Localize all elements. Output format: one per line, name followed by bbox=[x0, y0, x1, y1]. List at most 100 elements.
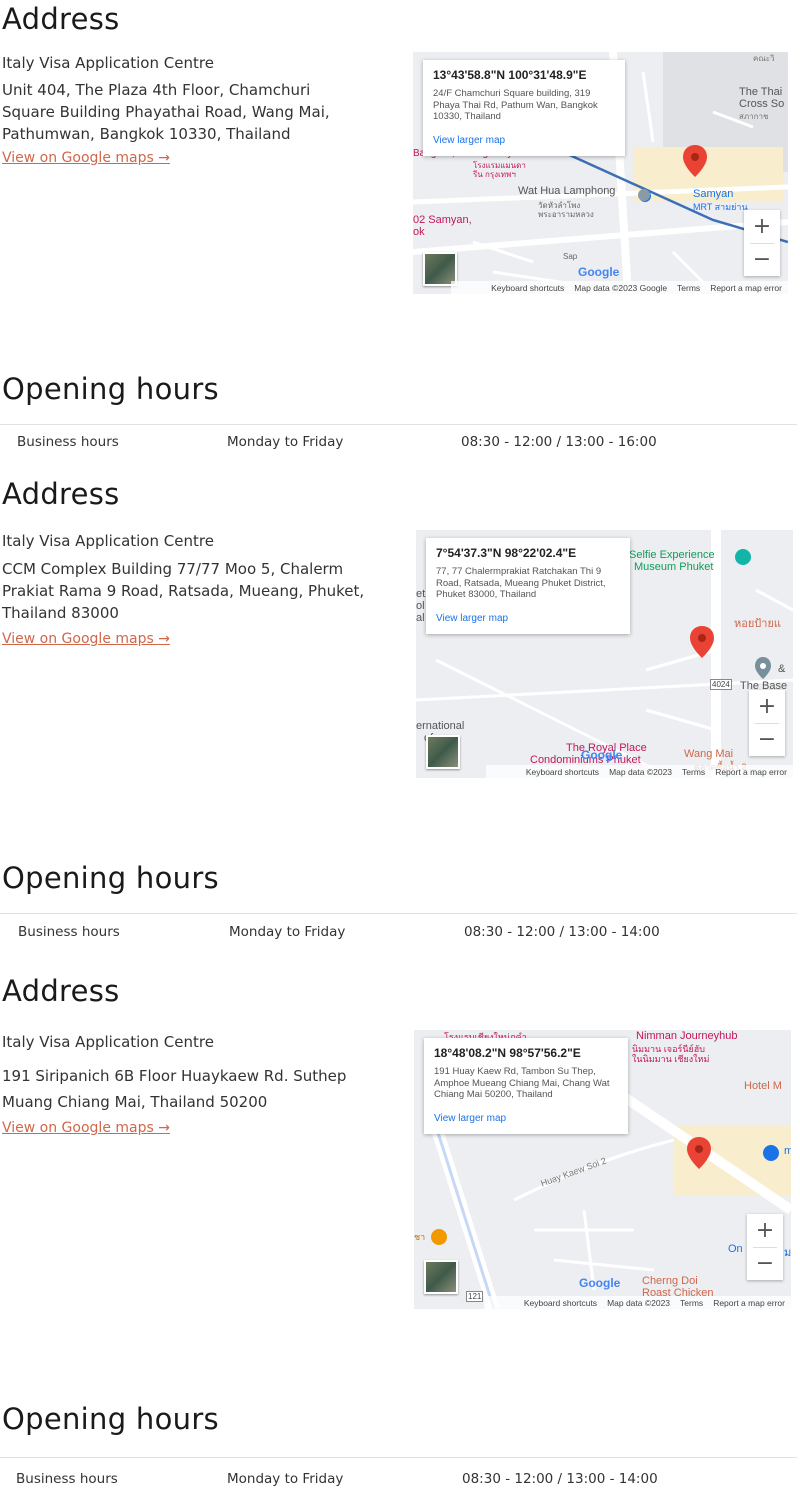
hours-days: Monday to Friday bbox=[227, 434, 344, 450]
map-coordinates: 18°48'08.2"N 98°57'56.2"E bbox=[434, 1046, 581, 1060]
map-label: et bbox=[416, 588, 426, 600]
zoom-in-button[interactable]: + bbox=[749, 690, 785, 723]
opening-hours-heading: Opening hours bbox=[2, 372, 219, 406]
road-number-badge: 121 bbox=[466, 1291, 484, 1302]
address-line: Square Building Phayathai Road, Wang Mai… bbox=[2, 103, 330, 121]
address-line: Prakiat Rama 9 Road, Ratsada, Mueang, Ph… bbox=[2, 582, 365, 600]
map-label: Wang Mai bbox=[684, 748, 734, 760]
report-map-error-link[interactable]: Report a map error bbox=[710, 283, 782, 293]
centre-name: Italy Visa Application Centre bbox=[2, 532, 214, 550]
zoom-in-button[interactable]: + bbox=[744, 210, 780, 243]
map-label: Museum Phuket bbox=[634, 561, 714, 573]
map-label: & bbox=[778, 663, 786, 675]
address-text: CCM Complex Building 77/77 Moo 5, Chaler… bbox=[2, 558, 392, 624]
map-label: On bbox=[728, 1243, 743, 1255]
hours-times: 08:30 - 12:00 / 13:00 - 16:00 bbox=[461, 434, 657, 450]
map-label: 02 Samyan, bbox=[413, 214, 472, 226]
map-label: Cherng Doi bbox=[642, 1275, 698, 1287]
address-text: Unit 404, The Plaza 4th Floor, Chamchuri… bbox=[2, 79, 392, 145]
map-label: Hotel M bbox=[744, 1080, 782, 1092]
zoom-divider bbox=[755, 723, 779, 724]
museum-icon bbox=[735, 549, 751, 565]
hours-divider bbox=[0, 1457, 797, 1458]
terms-link[interactable]: Terms bbox=[680, 1298, 703, 1308]
map-card-address: 77, 77 Chalermprakiat Ratchakan Thi 9 Ro… bbox=[436, 566, 606, 600]
location-section-chiang-mai: Address Italy Visa Application Centre 19… bbox=[0, 960, 800, 1500]
hours-label: Business hours bbox=[16, 1471, 118, 1487]
view-larger-map-link[interactable]: View larger map bbox=[433, 135, 615, 146]
location-section-phuket: Address Italy Visa Application Centre CC… bbox=[0, 470, 800, 960]
view-larger-map-link[interactable]: View larger map bbox=[434, 1113, 618, 1124]
hours-days: Monday to Friday bbox=[227, 1471, 344, 1487]
opening-hours-heading: Opening hours bbox=[2, 1402, 219, 1436]
address-line: Thailand 83000 bbox=[2, 604, 119, 622]
hours-times: 08:30 - 12:00 / 13:00 - 14:00 bbox=[462, 1471, 658, 1487]
shopping-icon bbox=[763, 1145, 779, 1161]
map-label: ชา bbox=[414, 1232, 426, 1242]
zoom-divider bbox=[753, 1247, 777, 1248]
map-data-attribution: Map data ©2023 bbox=[609, 766, 673, 777]
map-footer: Keyboard shortcuts Map data ©2023 Google… bbox=[451, 281, 788, 294]
map-label: MRT สามย่าน bbox=[693, 202, 748, 212]
satellite-toggle[interactable] bbox=[424, 1260, 458, 1294]
map-coordinates: 7°54'37.3"N 98°22'02.4"E bbox=[436, 546, 577, 560]
view-on-google-maps-link[interactable]: View on Google maps → bbox=[2, 631, 170, 647]
keyboard-shortcuts-link[interactable]: Keyboard shortcuts bbox=[524, 1298, 597, 1308]
map-data-attribution: Map data ©2023 Google bbox=[574, 282, 668, 293]
map-label: ในนิมมาน เชียงใหม่ bbox=[632, 1054, 710, 1064]
view-larger-map-link[interactable]: View larger map bbox=[436, 613, 620, 624]
embedded-map[interactable]: Wat Hua Lamphong วัดหัวลำโพง พระอารามหลว… bbox=[413, 52, 788, 294]
centre-name: Italy Visa Application Centre bbox=[2, 1033, 214, 1051]
address-line: Unit 404, The Plaza 4th Floor, Chamchuri bbox=[2, 81, 311, 99]
report-map-error-link[interactable]: Report a map error bbox=[715, 767, 787, 777]
view-on-google-maps-link[interactable]: View on Google maps → bbox=[2, 150, 170, 166]
google-logo: Google bbox=[579, 1276, 621, 1290]
report-map-error-link[interactable]: Report a map error bbox=[713, 1298, 785, 1308]
terms-link[interactable]: Terms bbox=[682, 767, 705, 777]
location-pin-icon bbox=[687, 1137, 711, 1169]
zoom-control: + − bbox=[749, 690, 785, 756]
google-logo: Google bbox=[581, 748, 623, 762]
zoom-divider bbox=[750, 243, 774, 244]
google-logo: Google bbox=[578, 265, 620, 279]
map-label: Sap bbox=[563, 252, 578, 261]
address-line: CCM Complex Building 77/77 Moo 5, Chaler… bbox=[2, 560, 344, 578]
map-footer: Keyboard shortcuts Map data ©2023 Terms … bbox=[483, 1296, 791, 1309]
zoom-out-button[interactable]: − bbox=[749, 723, 785, 756]
address-line: Pathumwan, Bangkok 10330, Thailand bbox=[2, 125, 291, 143]
opening-hours-heading: Opening hours bbox=[2, 861, 219, 895]
map-label: รีน กรุงเทพฯ bbox=[473, 170, 516, 179]
zoom-out-button[interactable]: − bbox=[744, 243, 780, 276]
restaurant-icon bbox=[431, 1229, 447, 1245]
map-label: Cross So bbox=[739, 98, 785, 110]
view-on-google-maps-link[interactable]: View on Google maps → bbox=[2, 1120, 170, 1136]
map-label: คณะวิ bbox=[753, 54, 775, 63]
temple-icon bbox=[638, 189, 650, 201]
map-label: ol bbox=[416, 600, 425, 612]
address-line: 191 Siripanich 6B Floor Huaykaew Rd. Sut… bbox=[2, 1067, 347, 1085]
map-label: Wat Hua Lamphong bbox=[518, 185, 616, 197]
map-card-address: 24/F Chamchuri Square building, 319 Phay… bbox=[433, 88, 598, 122]
satellite-toggle[interactable] bbox=[426, 735, 460, 769]
zoom-out-button[interactable]: − bbox=[747, 1247, 783, 1280]
keyboard-shortcuts-link[interactable]: Keyboard shortcuts bbox=[526, 767, 599, 777]
road-number-badge: 4024 bbox=[710, 679, 732, 690]
map-info-card: 18°48'08.2"N 98°57'56.2"E 191 Huay Kaew … bbox=[424, 1038, 628, 1134]
map-label: Samyan bbox=[693, 188, 734, 200]
hours-divider bbox=[0, 424, 797, 425]
embedded-map[interactable]: Nimman Journeyhub นิมมาน เจอร์นีย์ฮับ Ho… bbox=[414, 1030, 791, 1309]
map-label: สภากาช bbox=[739, 112, 769, 121]
hours-label: Business hours bbox=[18, 924, 120, 940]
zoom-in-button[interactable]: + bbox=[747, 1214, 783, 1247]
location-pin-icon bbox=[690, 626, 714, 658]
map-label: m bbox=[784, 1145, 791, 1157]
map-card-address: 191 Huay Kaew Rd, Tambon Su Thep, Amphoe… bbox=[434, 1066, 610, 1100]
location-section-bangkok: Address Italy Visa Application Centre Un… bbox=[0, 0, 800, 460]
map-label: ม bbox=[784, 1247, 791, 1259]
embedded-map[interactable]: Selfie Experience Museum Phuket หอยป้ายแ… bbox=[416, 530, 793, 778]
hours-divider bbox=[0, 913, 797, 914]
address-heading: Address bbox=[2, 2, 120, 36]
map-coordinates: 13°43'58.8"N 100°31'48.9"E bbox=[433, 68, 587, 82]
terms-link[interactable]: Terms bbox=[677, 283, 700, 293]
keyboard-shortcuts-link[interactable]: Keyboard shortcuts bbox=[491, 283, 564, 293]
